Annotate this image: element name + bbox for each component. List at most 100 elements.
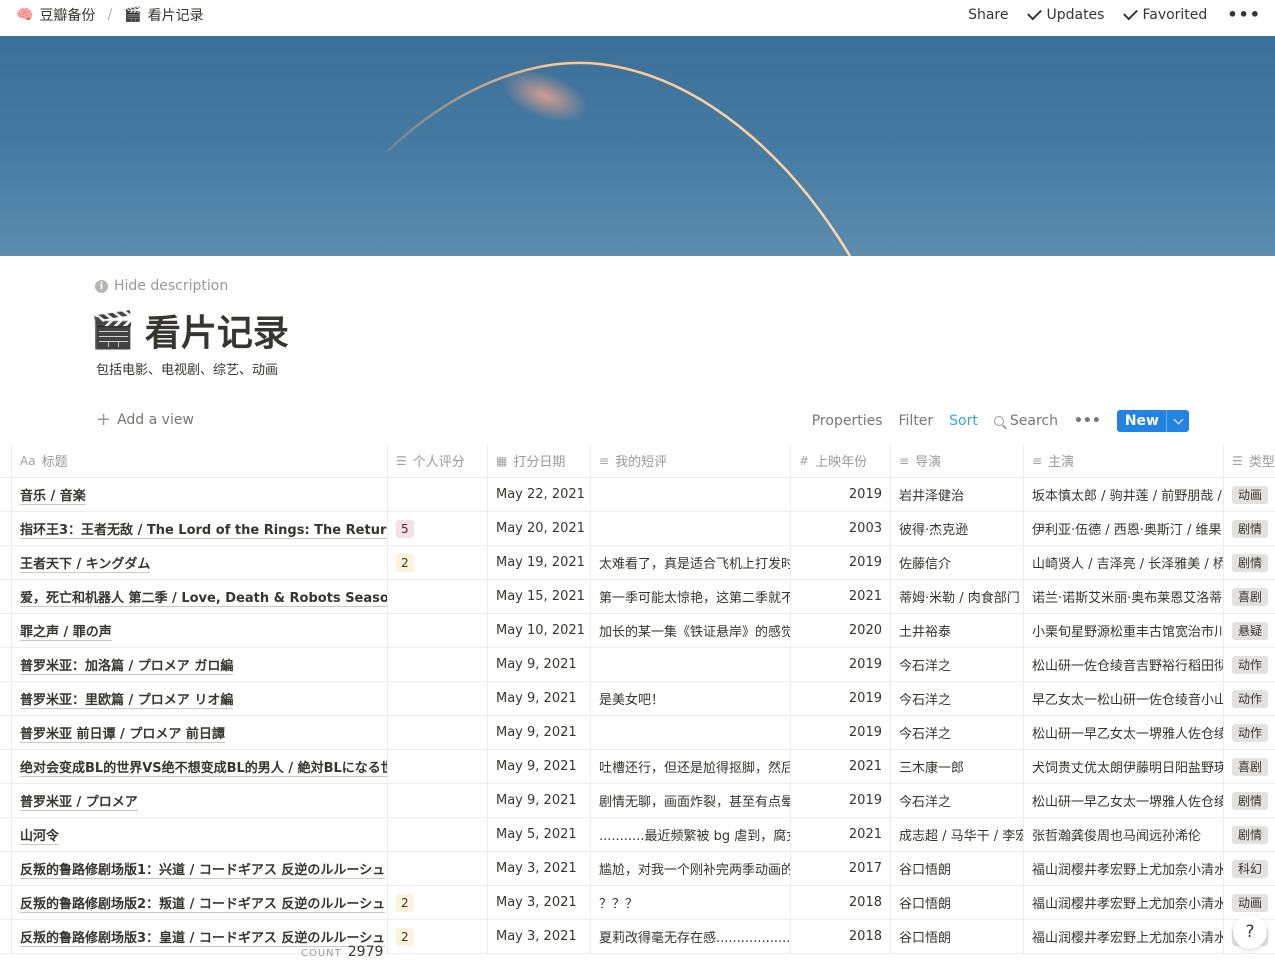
cell-genre[interactable]: 悬疑	[1224, 614, 1275, 647]
cell-title[interactable]: 普罗米亚：里欧篇 / プロメア リオ編	[12, 682, 388, 715]
cell-title[interactable]: 绝对会变成BL的世界VS绝不想变成BL的男人 / 絶対BLになる世	[12, 750, 388, 783]
table-row[interactable]: 普罗米亚 / プロメア May 9, 2021 剧情无聊，画面炸裂，甚至有点晕 201…	[0, 784, 1275, 818]
cell-year[interactable]: 2019	[791, 682, 891, 715]
cell-cast[interactable]: 山崎贤人 / 吉泽亮 / 长泽雅美 / 桥	[1024, 546, 1224, 579]
cell-comment[interactable]	[591, 478, 791, 511]
cell-director[interactable]: 成志超 / 马华干 / 李宏	[891, 818, 1024, 851]
cell-date[interactable]: May 22, 2021	[488, 478, 591, 511]
cell-title[interactable]: 反叛的鲁路修剧场版1：兴道 / コードギアス 反逆のルルーシュ	[12, 852, 388, 885]
cell-year[interactable]: 2019	[791, 478, 891, 511]
cell-rating[interactable]	[388, 478, 488, 511]
breadcrumb-item-douban-backup[interactable]: 🧠 豆瓣备份	[14, 5, 97, 25]
cell-title[interactable]: 罪之声 / 罪の声	[12, 614, 388, 647]
table-row[interactable]: 罪之声 / 罪の声 May 10, 2021 加长的某一集《铁证悬岸》的感觉 2020…	[0, 614, 1275, 648]
table-row[interactable]: 反叛的鲁路修剧场版2：叛道 / コードギアス 反逆のルルーシュ 2 May 3, 2…	[0, 886, 1275, 920]
cell-year[interactable]: 2018	[791, 886, 891, 919]
page-description[interactable]: 包括电影、电视剧、综艺、动画	[96, 359, 278, 378]
cell-rating[interactable]	[388, 682, 488, 715]
cell-comment[interactable]: 剧情无聊，画面炸裂，甚至有点晕	[591, 784, 791, 817]
cell-director[interactable]: 佐藤信介	[891, 546, 1024, 579]
cell-year[interactable]: 2019	[791, 648, 891, 681]
filter-button[interactable]: Filter	[899, 413, 934, 429]
cell-genre[interactable]: 动画	[1224, 478, 1275, 511]
cell-rating[interactable]	[388, 750, 488, 783]
cell-date[interactable]: May 9, 2021	[488, 716, 591, 749]
cell-year[interactable]: 2019	[791, 784, 891, 817]
sort-button[interactable]: Sort	[949, 413, 978, 429]
cell-title[interactable]: 音乐 / 音楽	[12, 478, 388, 511]
cell-cast[interactable]: 伊利亚·伍德 / 西恩·奥斯汀 / 维果·	[1024, 512, 1224, 545]
search-button[interactable]: Search	[993, 413, 1058, 429]
cell-director[interactable]: 岩井泽健治	[891, 478, 1024, 511]
cell-year[interactable]: 2021	[791, 750, 891, 783]
table-row[interactable]: 指环王3：王者无敌 / The Lord of the Rings: The R…	[0, 512, 1275, 546]
cell-director[interactable]: 今石洋之	[891, 784, 1024, 817]
share-button[interactable]: Share	[968, 7, 1008, 23]
cell-rating[interactable]	[388, 818, 488, 851]
count-summary[interactable]: COUNT 2979	[301, 944, 383, 960]
cell-director[interactable]: 彼得·杰克逊	[891, 512, 1024, 545]
cell-comment[interactable]	[591, 648, 791, 681]
table-row[interactable]: 音乐 / 音楽 May 22, 2021 2019 岩井泽健治 坂本慎太郎 / 驹井莲 …	[0, 478, 1275, 512]
cell-title[interactable]: 反叛的鲁路修剧场版2：叛道 / コードギアス 反逆のルルーシュ	[12, 886, 388, 919]
cell-cast[interactable]: 松山研一佐仓绫音吉野裕行稻田彻	[1024, 648, 1224, 681]
cell-date[interactable]: May 10, 2021	[488, 614, 591, 647]
add-view-button[interactable]: + Add a view	[96, 411, 194, 429]
cell-comment[interactable]: 夏莉改得毫无存在感..................	[591, 920, 791, 953]
view-more-button[interactable]: •••	[1074, 413, 1101, 429]
table-row[interactable]: 普罗米亚：里欧篇 / プロメア リオ編 May 9, 2021 是美女吧！ 2019 今…	[0, 682, 1275, 716]
cell-rating[interactable]	[388, 614, 488, 647]
cover-image[interactable]	[0, 36, 1275, 256]
cell-title[interactable]: 普罗米亚 / プロメア	[12, 784, 388, 817]
help-button[interactable]: ?	[1233, 915, 1267, 949]
table-row[interactable]: 山河令 May 5, 2021 ...........最近频繁被 bg 虐到，腐女 2…	[0, 818, 1275, 852]
cell-year[interactable]: 2020	[791, 614, 891, 647]
column-header-year[interactable]: # 上映年份	[791, 444, 891, 477]
cell-date[interactable]: May 9, 2021	[488, 750, 591, 783]
cell-year[interactable]: 2021	[791, 580, 891, 613]
cell-rating[interactable]: 5	[388, 512, 488, 545]
cell-rating[interactable]	[388, 580, 488, 613]
cell-director[interactable]: 蒂姆·米勒 / 肉食部门 /	[891, 580, 1024, 613]
cell-cast[interactable]: 张哲瀚龚俊周也马闻远孙浠伦	[1024, 818, 1224, 851]
cell-year[interactable]: 2018	[791, 920, 891, 953]
cell-cast[interactable]: 坂本慎太郎 / 驹井莲 / 前野朋哉 /	[1024, 478, 1224, 511]
hide-description-button[interactable]: i Hide description	[95, 278, 228, 294]
cell-cast[interactable]: 福山润樱井孝宏野上尤加奈小清水	[1024, 852, 1224, 885]
clapper-board-icon[interactable]: 🎬	[90, 309, 135, 351]
cell-title[interactable]: 指环王3：王者无敌 / The Lord of the Rings: The R…	[12, 512, 388, 545]
cell-year[interactable]: 2019	[791, 546, 891, 579]
cell-cast[interactable]: 福山润樱井孝宏野上尤加奈小清水	[1024, 886, 1224, 919]
cell-genre[interactable]: 动作	[1224, 682, 1275, 715]
cell-director[interactable]: 谷口悟朗	[891, 920, 1024, 953]
table-row[interactable]: 王者天下 / キングダム 2 May 19, 2021 太难看了，真是适合飞机上打发时…	[0, 546, 1275, 580]
more-options-button[interactable]: •••	[1227, 5, 1261, 24]
cell-genre[interactable]: 剧情	[1224, 512, 1275, 545]
column-header-title[interactable]: Aa 标题	[12, 444, 388, 477]
cell-comment[interactable]	[591, 512, 791, 545]
cell-date[interactable]: May 9, 2021	[488, 784, 591, 817]
cell-rating[interactable]	[388, 648, 488, 681]
cell-date[interactable]: May 9, 2021	[488, 648, 591, 681]
column-header-cast[interactable]: ≡ 主演	[1024, 444, 1224, 477]
cell-cast[interactable]: 福山润樱井孝宏野上尤加奈小清水	[1024, 920, 1224, 953]
cell-director[interactable]: 今石洋之	[891, 716, 1024, 749]
updates-button[interactable]: Updates	[1027, 5, 1104, 23]
cell-rating[interactable]: 2	[388, 920, 488, 953]
cell-rating[interactable]: 2	[388, 546, 488, 579]
cell-date[interactable]: May 3, 2021	[488, 852, 591, 885]
cell-genre[interactable]: 科幻	[1224, 852, 1275, 885]
cell-comment[interactable]: 第一季可能太惊艳，这第二季就不	[591, 580, 791, 613]
cell-director[interactable]: 三木康一郎	[891, 750, 1024, 783]
cell-cast[interactable]: 小栗旬星野源松重丰古馆宽治市川	[1024, 614, 1224, 647]
cell-date[interactable]: May 15, 2021	[488, 580, 591, 613]
cell-year[interactable]: 2017	[791, 852, 891, 885]
cell-date[interactable]: May 3, 2021	[488, 920, 591, 953]
cell-title[interactable]: 普罗米亚：加洛篇 / プロメア ガロ編	[12, 648, 388, 681]
cell-date[interactable]: May 9, 2021	[488, 682, 591, 715]
table-row[interactable]: 爱，死亡和机器人 第二季 / Love, Death & Robots Seas…	[0, 580, 1275, 614]
cell-director[interactable]: 谷口悟朗	[891, 886, 1024, 919]
cell-date[interactable]: May 5, 2021	[488, 818, 591, 851]
cell-genre[interactable]: 动作	[1224, 648, 1275, 681]
properties-button[interactable]: Properties	[812, 413, 883, 429]
